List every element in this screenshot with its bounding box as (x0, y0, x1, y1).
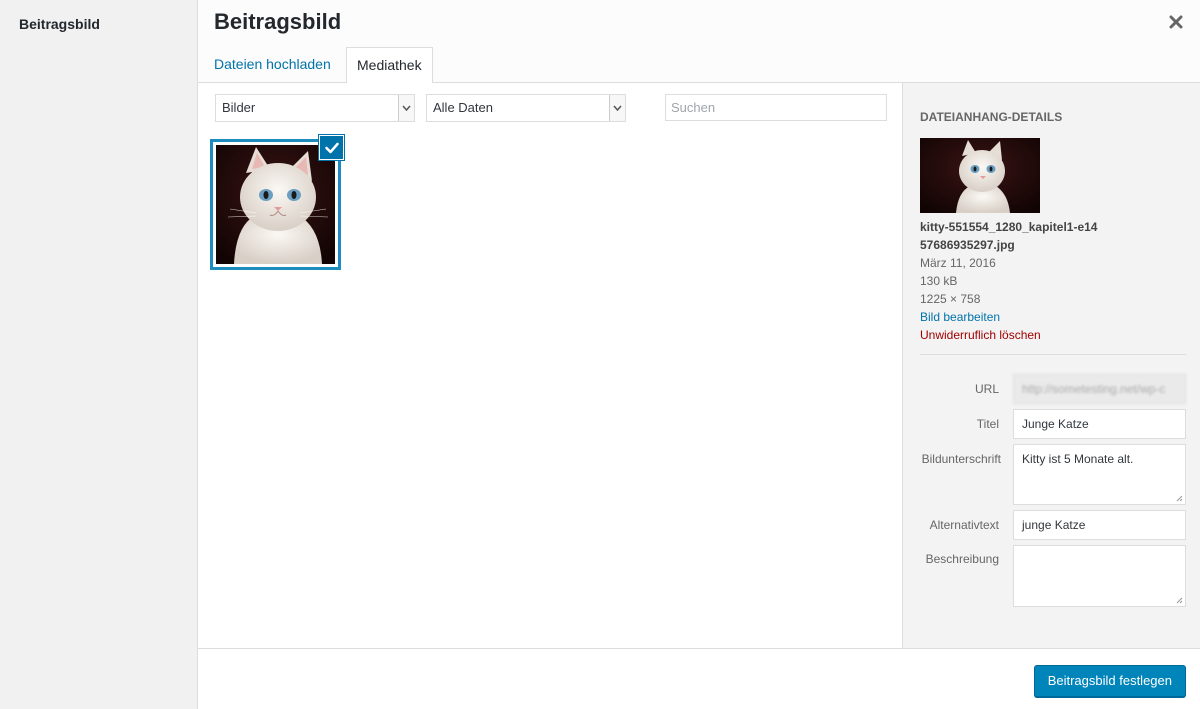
media-sidebar: Beitragsbild (0, 0, 198, 709)
caption-value: Kitty ist 5 Monate alt. (1022, 452, 1134, 466)
close-button[interactable] (1164, 10, 1188, 34)
edit-image-link[interactable]: Bild bearbeiten (920, 308, 1000, 326)
url-field[interactable]: http://sometesting.net/wp-c (1013, 374, 1186, 404)
tab-upload-files[interactable]: Dateien hochladen (204, 47, 341, 83)
sidebar-item-featured-image[interactable]: Beitragsbild (19, 16, 100, 32)
close-icon (1169, 15, 1183, 29)
attachment-dimensions: 1225 × 758 (920, 292, 981, 306)
media-type-filter-value: Bilder (222, 100, 256, 115)
media-type-filter[interactable]: Bilder (215, 94, 415, 122)
resize-grip-icon (1176, 495, 1183, 502)
description-label: Beschreibung (925, 552, 999, 566)
check-icon (324, 142, 339, 153)
chevron-down-icon (398, 95, 414, 121)
caption-field[interactable]: Kitty ist 5 Monate alt. (1013, 444, 1186, 505)
modal-footer-toolbar: Beitragsbild festlegen (198, 648, 1200, 709)
kitten-thumbnail-image (216, 145, 335, 264)
delete-permanently-link[interactable]: Unwiderruflich löschen (920, 326, 1041, 344)
date-filter-value: Alle Daten (433, 100, 493, 115)
tab-media-library[interactable]: Mediathek (346, 47, 433, 84)
attachment-details-panel: Dateianhang-Details (902, 83, 1200, 648)
attachment-date: März 11, 2016 (920, 256, 996, 270)
selected-check-button[interactable] (319, 135, 344, 160)
details-thumbnail-image (920, 138, 1040, 213)
date-filter[interactable]: Alle Daten (426, 94, 626, 122)
set-featured-image-button[interactable]: Beitragsbild festlegen (1033, 665, 1186, 697)
alt-text-field[interactable]: junge Katze (1013, 510, 1186, 540)
details-divider (920, 354, 1186, 355)
modal-header: Beitragsbild Dateien hochladen Mediathek (198, 0, 1200, 84)
title-field[interactable]: Junge Katze (1013, 409, 1186, 439)
details-heading: Dateianhang-Details (920, 110, 1063, 124)
modal-title: Beitragsbild (214, 9, 342, 34)
attachment-filename: kitty-551554_1280_kapitel1-e145768693529… (920, 220, 1098, 252)
caption-label: Bildunterschrift (921, 452, 1001, 466)
title-label: Titel (976, 417, 999, 431)
description-field[interactable] (1013, 545, 1186, 607)
resize-grip-icon (1176, 597, 1183, 604)
search-input[interactable] (665, 94, 887, 121)
attachment-file-size: 130 kB (920, 274, 958, 288)
chevron-down-icon (609, 95, 625, 121)
url-label: URL (974, 382, 999, 396)
attachments-browser: Bilder Alle Daten (198, 83, 903, 648)
alt-text-label: Alternativtext (929, 518, 999, 532)
